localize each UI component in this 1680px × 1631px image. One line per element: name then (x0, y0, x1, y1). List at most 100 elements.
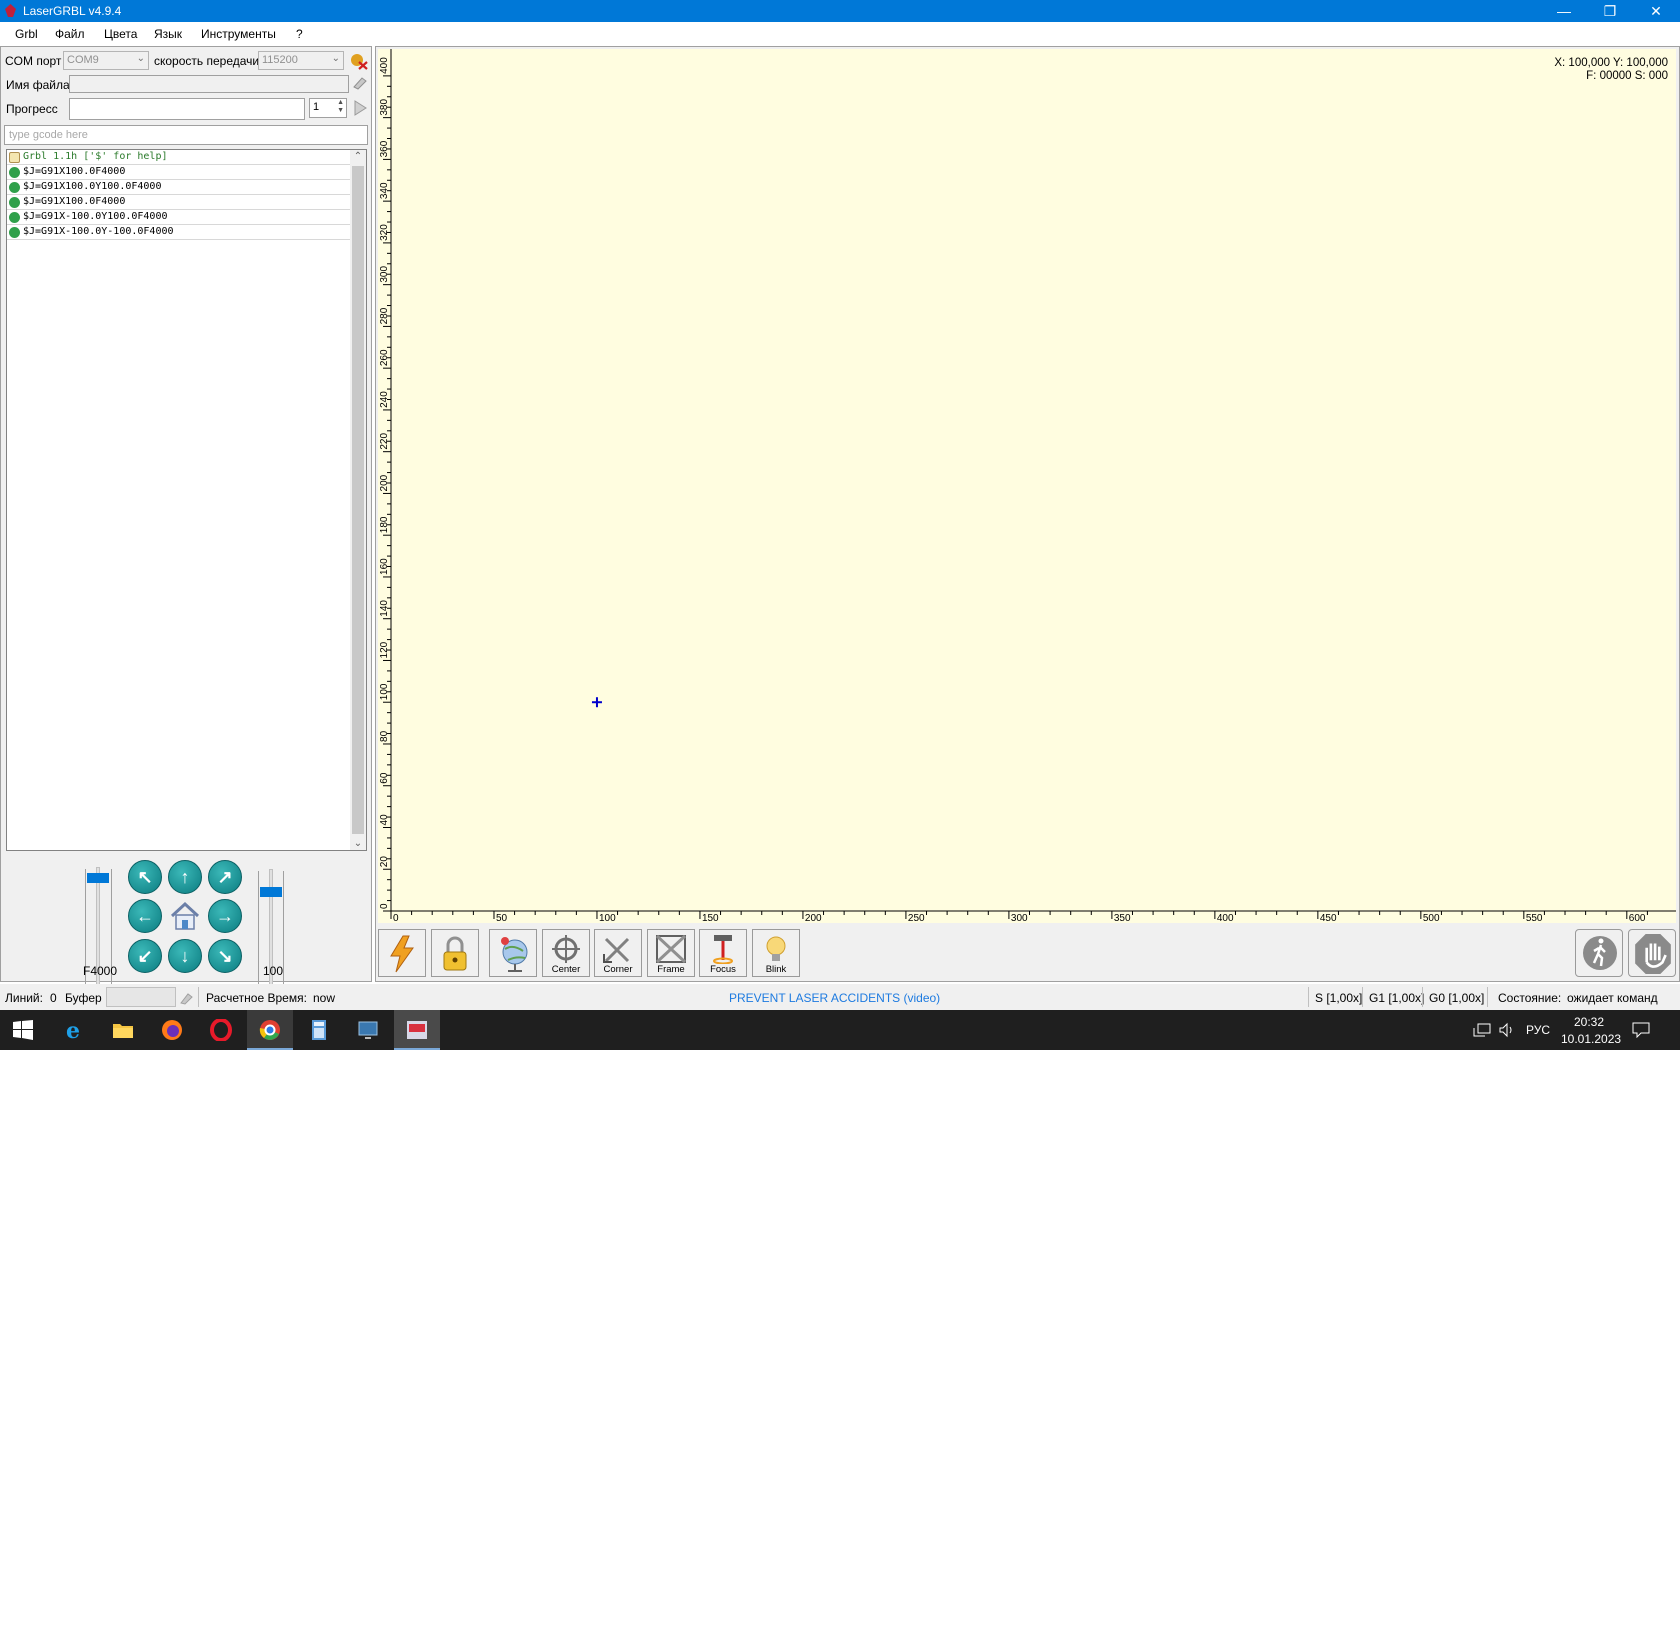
taskbar-opera[interactable] (198, 1010, 244, 1050)
minimize-button[interactable]: — (1541, 0, 1587, 22)
taskbar-screen-app[interactable] (345, 1010, 391, 1050)
y-tick-label: 140 (379, 600, 390, 617)
windows-taskbar: e РУС 20:32 10.01.2023 (0, 1010, 1680, 1050)
safety-video-link[interactable]: PREVENT LASER ACCIDENTS (video) (729, 991, 940, 1005)
y-tick-label: 200 (379, 474, 390, 491)
frame-button[interactable]: Frame (647, 929, 695, 977)
open-file-icon[interactable] (352, 75, 368, 91)
menu-bar: Grbl Файл Цвета Язык Инструменты ? (0, 22, 1680, 44)
corner-button[interactable]: Corner (594, 929, 642, 977)
start-button[interactable] (0, 1010, 46, 1050)
calculator-icon (312, 1020, 326, 1040)
jog-down-right-button[interactable]: ↘ (208, 939, 242, 973)
jog-right-button[interactable]: → (208, 899, 242, 933)
speed-slider-thumb[interactable] (87, 873, 109, 884)
step-slider-thumb[interactable] (260, 886, 282, 897)
focus-label: Focus (710, 964, 736, 975)
com-port-value: COM9 (67, 54, 99, 66)
blink-button[interactable]: Blink (752, 929, 800, 977)
control-panel: COM порт COM9 ⌄ скорость передачи 115200… (0, 46, 372, 999)
monitor-icon (358, 1021, 378, 1039)
menu-colors[interactable]: Цвета (104, 27, 137, 41)
network-icon[interactable] (1473, 1022, 1491, 1038)
x-tick-label: 50 (496, 913, 508, 923)
menu-tools[interactable]: Инструменты (201, 27, 276, 41)
x-tick-label: 250 (908, 913, 925, 923)
speed-slider-track[interactable] (96, 867, 100, 999)
unlock-button[interactable] (431, 929, 479, 977)
volume-icon[interactable] (1498, 1022, 1516, 1038)
close-button[interactable]: ✕ (1633, 0, 1679, 22)
menu-language[interactable]: Язык (154, 27, 182, 41)
scroll-thumb[interactable] (352, 166, 364, 834)
taskbar-internet-explorer[interactable]: e (51, 1010, 97, 1050)
y-tick-label: 100 (379, 683, 390, 700)
console-line: $J=G91X-100.0Y100.0F4000 (7, 210, 351, 225)
grbl-reset-button[interactable] (378, 929, 426, 977)
g0-override[interactable]: G0 [1,00x] (1429, 991, 1484, 1005)
speed-label: F4000 (83, 964, 118, 978)
stop-button[interactable] (1628, 929, 1676, 977)
frame-label: Frame (657, 964, 685, 975)
estimated-time-label: Расчетное Время: (206, 991, 307, 1005)
taskbar-firefox[interactable] (149, 1010, 195, 1050)
restore-button[interactable]: ❐ (1587, 0, 1633, 22)
run-program-icon[interactable] (353, 100, 367, 116)
menu-help[interactable]: ? (296, 27, 303, 41)
jog-down-button[interactable]: ↓ (168, 939, 202, 973)
scroll-down-icon[interactable]: ⌄ (350, 838, 366, 849)
taskbar-calculator[interactable] (296, 1010, 342, 1050)
taskbar-chrome[interactable] (247, 1010, 293, 1050)
x-tick-label: 600 (1629, 913, 1646, 923)
passes-stepper[interactable]: 1 ▲ ▼ (309, 98, 347, 118)
taskbar-file-explorer[interactable] (100, 1010, 146, 1050)
input-language[interactable]: РУС (1526, 1023, 1550, 1037)
center-button[interactable]: Center (542, 929, 590, 977)
file-name-field (69, 75, 349, 93)
com-port-select[interactable]: COM9 ⌄ (63, 51, 149, 70)
scroll-up-icon[interactable]: ⌃ (350, 151, 366, 162)
stepper-arrows-icon[interactable]: ▲ ▼ (337, 99, 344, 115)
resume-button[interactable] (1575, 929, 1623, 977)
jog-left-button[interactable]: ← (128, 899, 162, 933)
y-tick-label: 220 (379, 433, 390, 450)
x-tick-label: 200 (805, 913, 822, 923)
notifications-icon[interactable] (1632, 1022, 1650, 1038)
clock-time[interactable]: 20:32 (1574, 1015, 1604, 1029)
jog-up-right-button[interactable]: ↗ (208, 860, 242, 894)
lines-label: Линий: (5, 991, 43, 1005)
s-override[interactable]: S [1,00x] (1315, 991, 1362, 1005)
x-tick-label: 300 (1011, 913, 1028, 923)
jog-up-button[interactable]: ↑ (168, 860, 202, 894)
console-line: Grbl 1.1h ['$' for help] (7, 150, 351, 165)
goto-origin-button[interactable] (489, 929, 537, 977)
gcode-input[interactable]: type gcode here (4, 125, 368, 145)
console-scrollbar[interactable]: ⌃ ⌄ (350, 150, 366, 850)
y-tick-label: 300 (379, 266, 390, 283)
step-slider-ticks (283, 871, 286, 995)
info-icon (9, 152, 20, 163)
preview-canvas[interactable]: 0 20 40 60 80 100 120 140 160 180 200 220 240 260 280 3… (378, 49, 1676, 923)
feed-speed-readout: F: 00000 S: 000 (1586, 70, 1668, 82)
taskbar-lasergrbl[interactable] (394, 1010, 440, 1050)
menu-grbl[interactable]: Grbl (15, 27, 38, 41)
jog-up-left-button[interactable]: ↖ (128, 860, 162, 894)
buffer-icon (180, 993, 193, 1005)
console-line: $J=G91X100.0F4000 (7, 195, 351, 210)
xy-coordinates: X: 100,000 Y: 100,000 (1554, 57, 1668, 69)
chrome-icon (259, 1020, 280, 1040)
y-axis: 0 20 40 60 80 100 120 140 160 180 200 220 240 260 280 3… (379, 49, 392, 912)
console-line: $J=G91X-100.0Y-100.0F4000 (7, 225, 351, 240)
connect-icon[interactable] (349, 52, 369, 70)
baud-rate-select[interactable]: 115200 ⌄ (258, 51, 344, 70)
console-log[interactable]: Grbl 1.1h ['$' for help] $J=G91X100.0F40… (6, 149, 367, 851)
clock-date[interactable]: 10.01.2023 (1561, 1032, 1621, 1046)
g1-override[interactable]: G1 [1,00x] (1369, 991, 1424, 1005)
menu-file[interactable]: Файл (55, 27, 85, 41)
home-button[interactable] (168, 899, 202, 933)
chevron-down-icon: ⌄ (136, 53, 145, 64)
jog-down-left-button[interactable]: ↙ (128, 939, 162, 973)
baud-rate-label: скорость передачи (154, 54, 260, 68)
focus-button[interactable]: Focus (699, 929, 747, 977)
y-tick-label: 400 (379, 57, 390, 74)
